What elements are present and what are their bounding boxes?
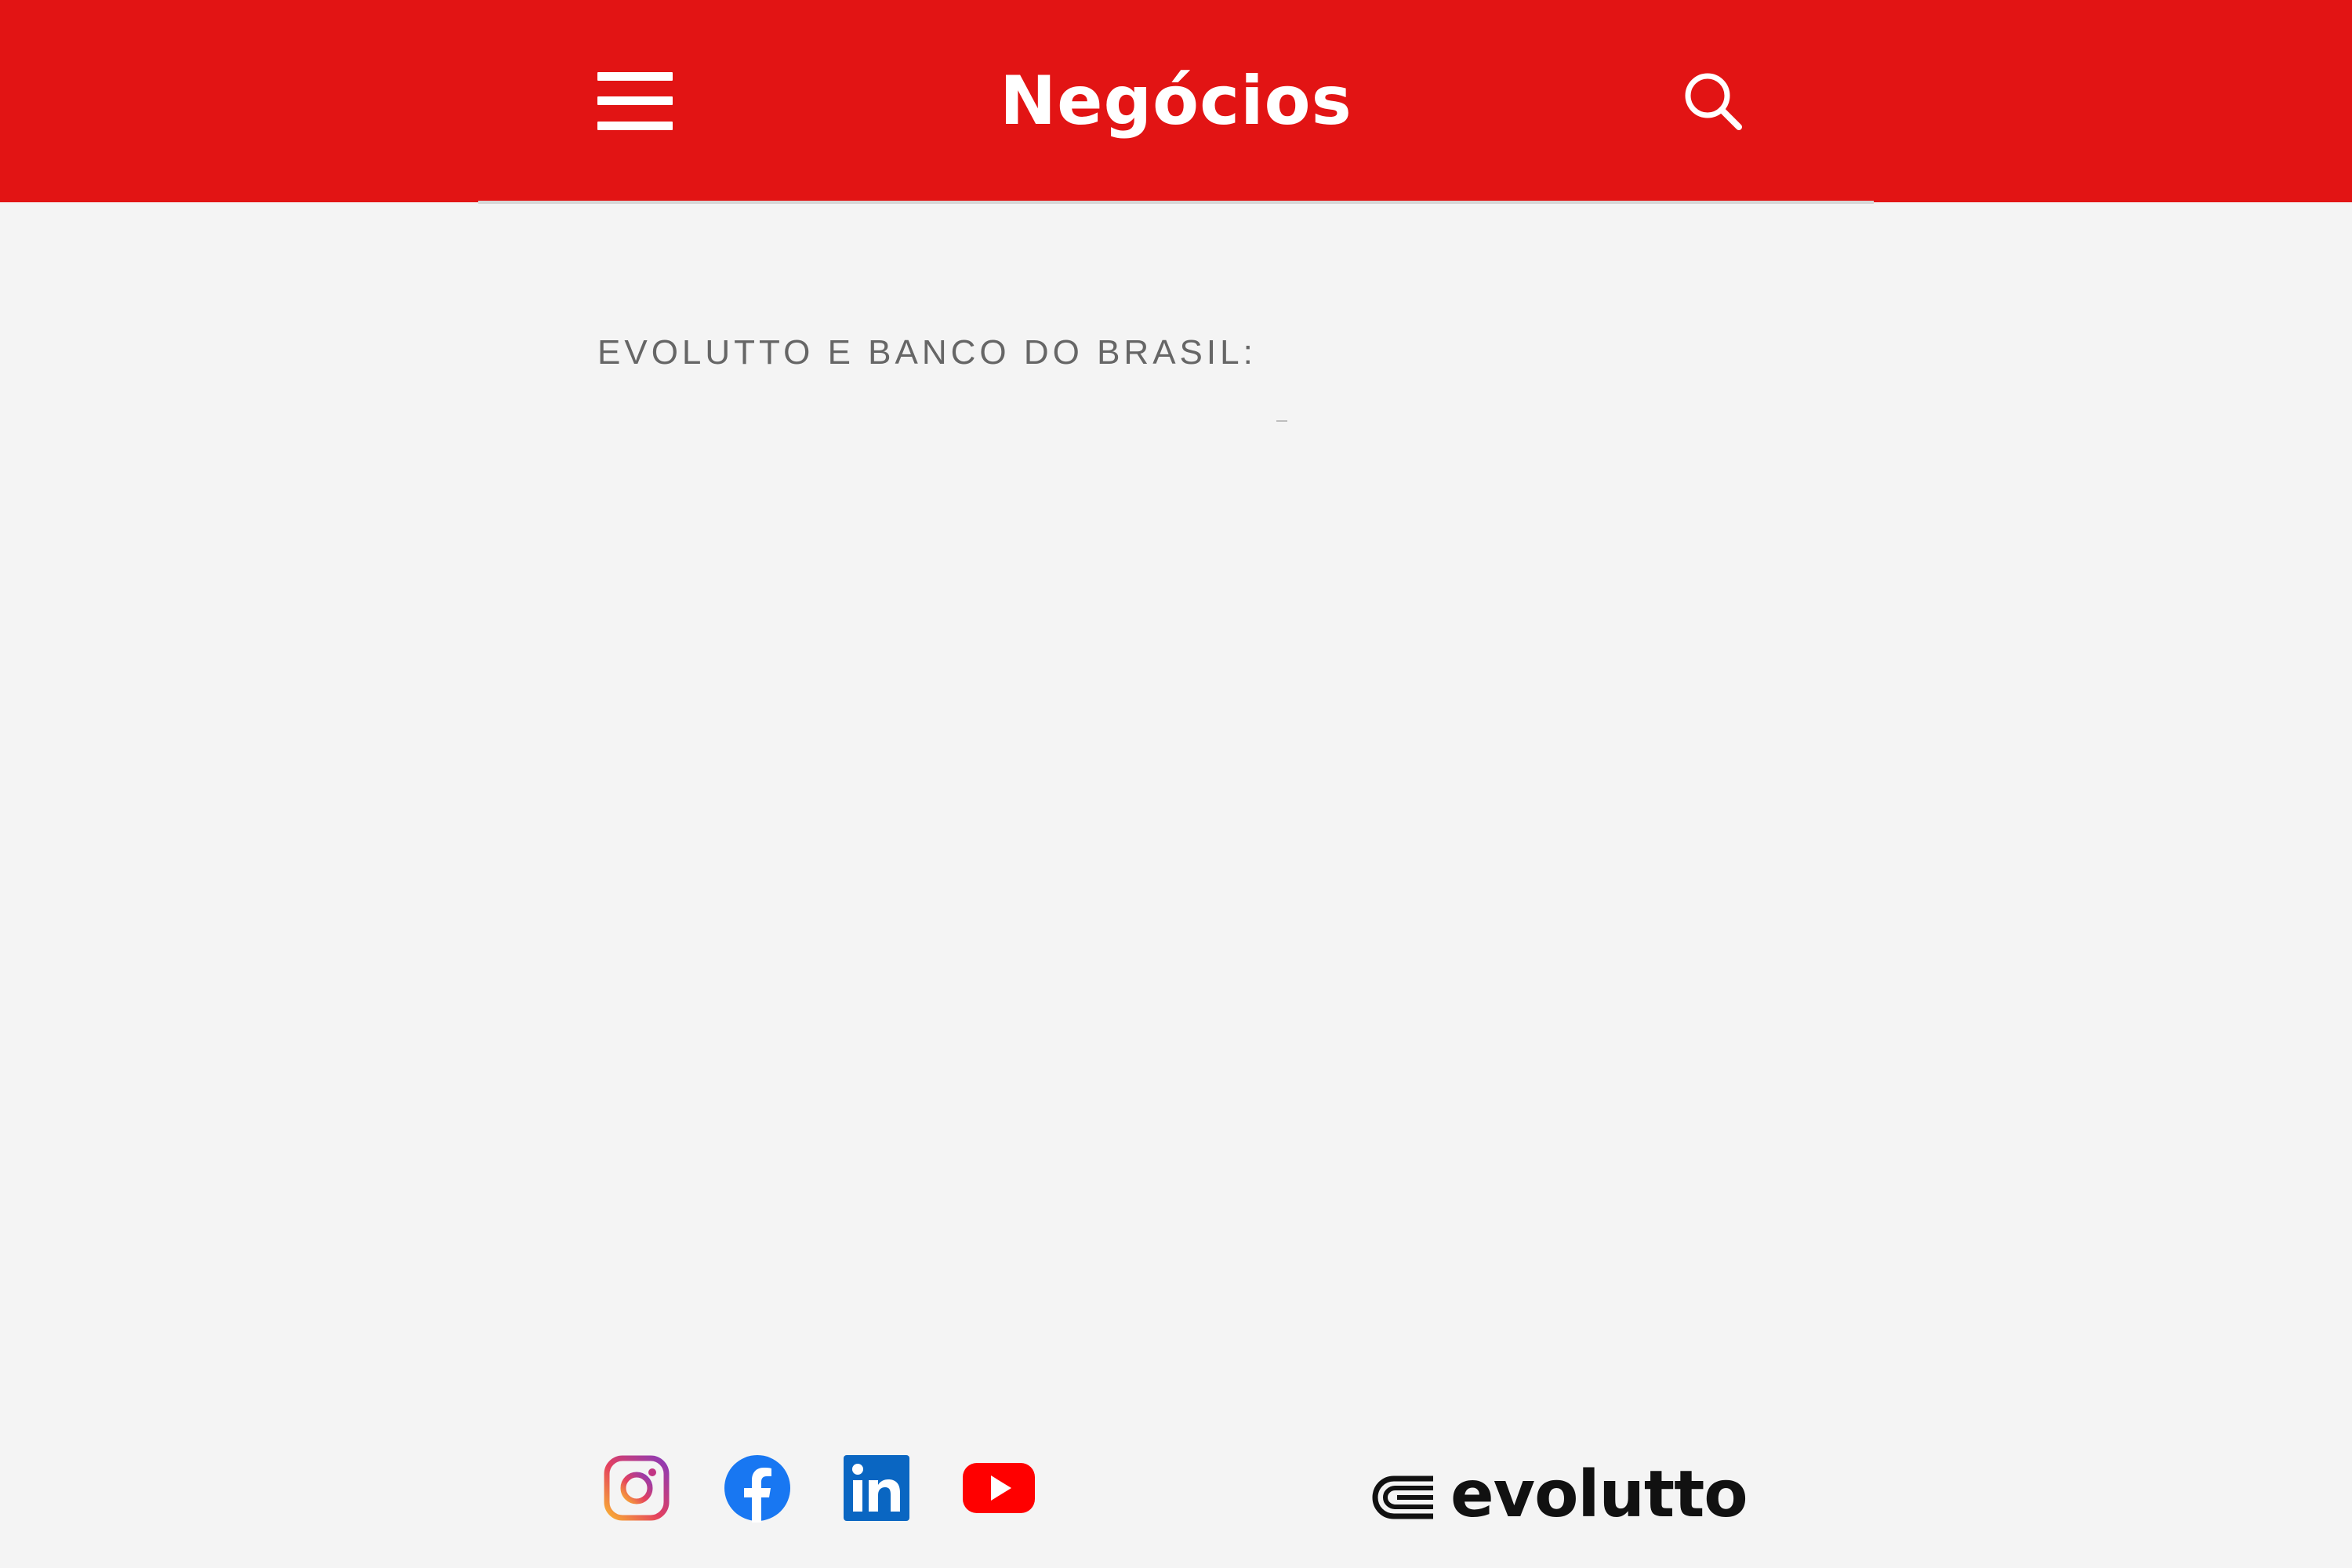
divider-dash <box>1276 420 1287 422</box>
evolutto-logo: evolutto <box>1370 1460 1748 1530</box>
facebook-icon[interactable] <box>723 1454 792 1523</box>
top-header: Negócios <box>0 0 2352 202</box>
evolutto-mark-icon <box>1372 1475 1433 1519</box>
brand-name: evolutto <box>1450 1457 1748 1532</box>
hamburger-menu-icon[interactable] <box>597 72 673 130</box>
section-heading: EVOLUTTO E BANCO DO BRASIL: <box>597 333 1257 372</box>
youtube-icon[interactable] <box>961 1454 1036 1523</box>
linkedin-icon[interactable] <box>842 1454 911 1523</box>
header-divider <box>478 201 1874 204</box>
search-icon[interactable] <box>1684 72 1744 132</box>
page-title: Negócios <box>1000 62 1352 140</box>
instagram-icon[interactable] <box>602 1454 671 1523</box>
